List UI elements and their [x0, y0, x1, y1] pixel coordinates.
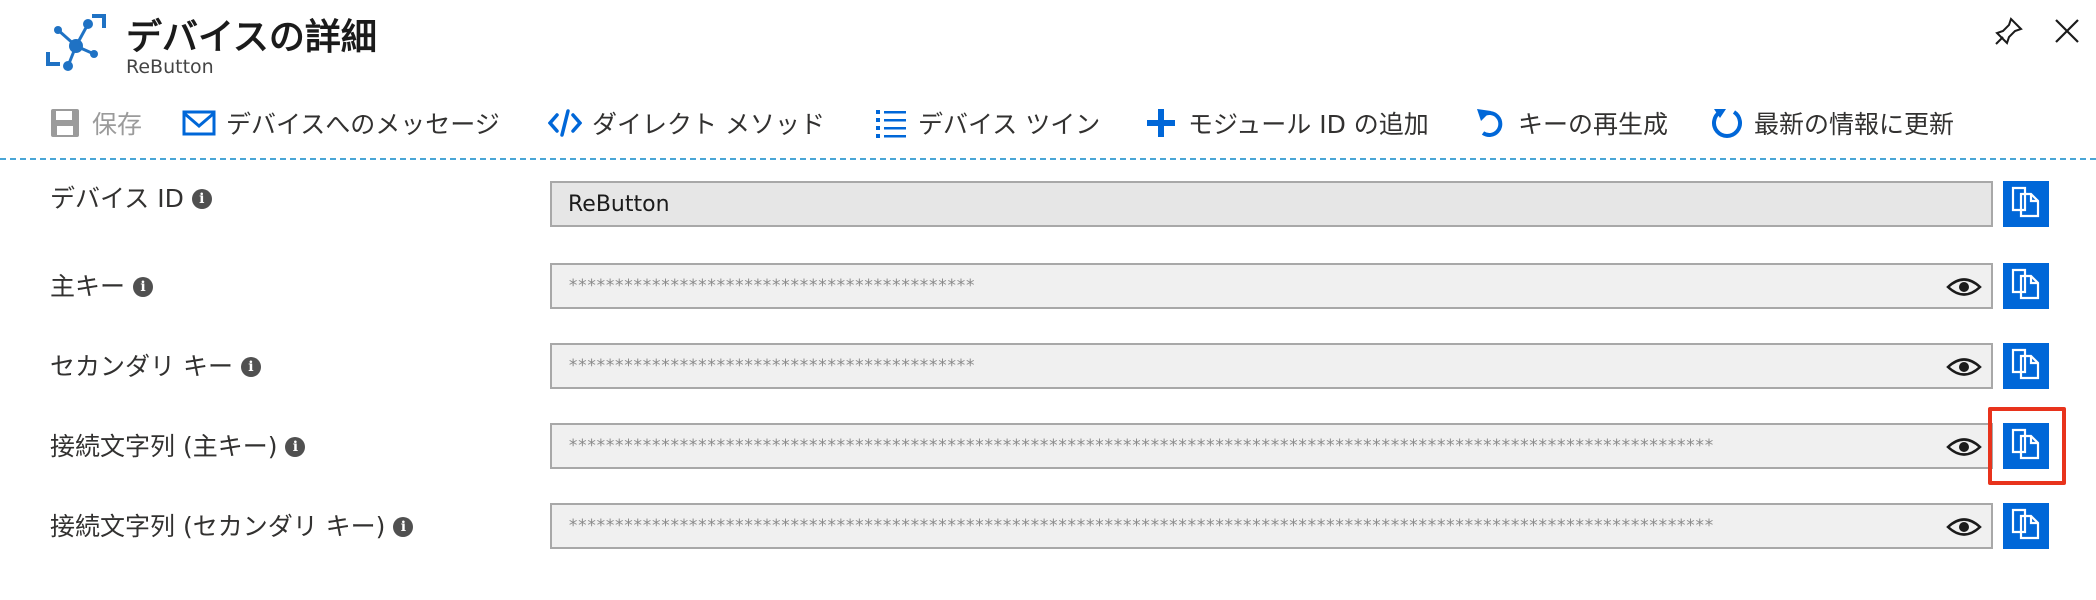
- device-id-value: ReButton: [568, 191, 670, 217]
- regenerate-keys-label: キーの再生成: [1518, 110, 1669, 139]
- redo-icon: [1474, 106, 1508, 140]
- connection-string-secondary-label-wrap: 接続文字列 (セカンダリ キー) i: [50, 507, 414, 543]
- eye-icon[interactable]: [1945, 353, 1983, 381]
- copy-icon: [2011, 348, 2041, 384]
- save-icon: [48, 106, 82, 140]
- command-bar: 保存 デバイスへのメッセージ ダイレクト メソッド デバイス ツイン モジュール…: [0, 95, 2096, 155]
- eye-icon[interactable]: [1945, 513, 1983, 541]
- info-icon[interactable]: i: [191, 189, 212, 209]
- regenerate-keys-button[interactable]: キーの再生成: [1474, 95, 1668, 151]
- info-icon[interactable]: i: [240, 357, 261, 377]
- save-label: 保存: [92, 110, 143, 139]
- secondary-key-value: ****************************************…: [568, 356, 975, 376]
- info-icon[interactable]: i: [285, 437, 306, 457]
- secondary-key-row: セカンダリ キー i *****************************…: [0, 343, 2096, 399]
- save-button[interactable]: 保存: [48, 95, 142, 151]
- connection-string-primary-label-wrap: 接続文字列 (主キー) i: [50, 427, 306, 463]
- connection-string-primary-row: 接続文字列 (主キー) i **************************…: [0, 407, 2096, 485]
- info-icon[interactable]: i: [393, 517, 414, 537]
- message-to-device-button[interactable]: デバイスへのメッセージ: [182, 95, 500, 151]
- copy-icon: [2011, 508, 2041, 544]
- page-title: デバイスの詳細: [126, 17, 377, 58]
- blade-header: デバイスの詳細 ReButton: [0, 0, 2096, 88]
- refresh-icon: [1710, 106, 1744, 140]
- connection-string-primary-value: ****************************************…: [568, 436, 1714, 456]
- copy-icon: [2011, 186, 2041, 222]
- secondary-key-field[interactable]: ****************************************…: [550, 343, 1993, 389]
- direct-method-button[interactable]: ダイレクト メソッド: [548, 95, 825, 151]
- refresh-button[interactable]: 最新の情報に更新: [1710, 95, 1954, 151]
- connection-string-primary-label: 接続文字列 (主キー): [50, 432, 278, 461]
- copy-primary-key-button[interactable]: [2003, 263, 2049, 309]
- device-twin-label: デバイス ツイン: [918, 110, 1101, 139]
- device-id-row: デバイス ID i ReButton: [0, 181, 2096, 237]
- copy-device-id-button[interactable]: [2003, 181, 2049, 227]
- connection-string-secondary-field[interactable]: ****************************************…: [550, 503, 1993, 549]
- pin-icon: [1994, 16, 2024, 50]
- primary-key-value: ****************************************…: [568, 276, 975, 296]
- connection-string-secondary-label: 接続文字列 (セカンダリ キー): [50, 512, 386, 541]
- toolbar-divider: [0, 158, 2096, 160]
- device-id-label: デバイス ID: [50, 184, 184, 213]
- copy-connection-string-secondary-button[interactable]: [2003, 503, 2049, 549]
- mail-icon: [182, 106, 216, 140]
- primary-key-label: 主キー: [50, 272, 126, 301]
- close-icon: [2053, 17, 2081, 49]
- copy-secondary-key-button[interactable]: [2003, 343, 2049, 389]
- add-module-identity-button[interactable]: モジュール ID の追加: [1144, 95, 1429, 151]
- device-id-field[interactable]: ReButton: [550, 181, 1993, 227]
- primary-key-label-wrap: 主キー i: [50, 267, 154, 303]
- pin-button[interactable]: [1990, 14, 2028, 52]
- primary-key-field[interactable]: ****************************************…: [550, 263, 1993, 309]
- secondary-key-label: セカンダリ キー: [50, 352, 233, 381]
- primary-key-row: 主キー i **********************************…: [0, 263, 2096, 319]
- close-button[interactable]: [2048, 14, 2086, 52]
- add-module-label: モジュール ID の追加: [1188, 110, 1429, 139]
- copy-connection-string-primary-button[interactable]: [2003, 423, 2049, 469]
- eye-icon[interactable]: [1945, 433, 1983, 461]
- message-label: デバイスへのメッセージ: [226, 110, 500, 139]
- plus-icon: [1144, 106, 1178, 140]
- device-id-label-wrap: デバイス ID i: [50, 179, 212, 215]
- connection-string-primary-field[interactable]: ****************************************…: [550, 423, 1993, 469]
- secondary-key-label-wrap: セカンダリ キー i: [50, 347, 261, 383]
- eye-icon[interactable]: [1945, 273, 1983, 301]
- copy-icon: [2011, 428, 2041, 464]
- device-twin-button[interactable]: デバイス ツイン: [874, 95, 1100, 151]
- code-icon: [548, 106, 582, 140]
- connection-string-secondary-value: ****************************************…: [568, 516, 1714, 536]
- iot-hub-icon: [46, 14, 106, 74]
- copy-icon: [2011, 268, 2041, 304]
- direct-method-label: ダイレクト メソッド: [592, 110, 825, 139]
- list-icon: [874, 106, 908, 140]
- page-subtitle: ReButton: [126, 56, 214, 78]
- info-icon[interactable]: i: [133, 277, 154, 297]
- refresh-label: 最新の情報に更新: [1754, 110, 1955, 139]
- connection-string-secondary-row: 接続文字列 (セカンダリ キー) i *********************…: [0, 503, 2096, 559]
